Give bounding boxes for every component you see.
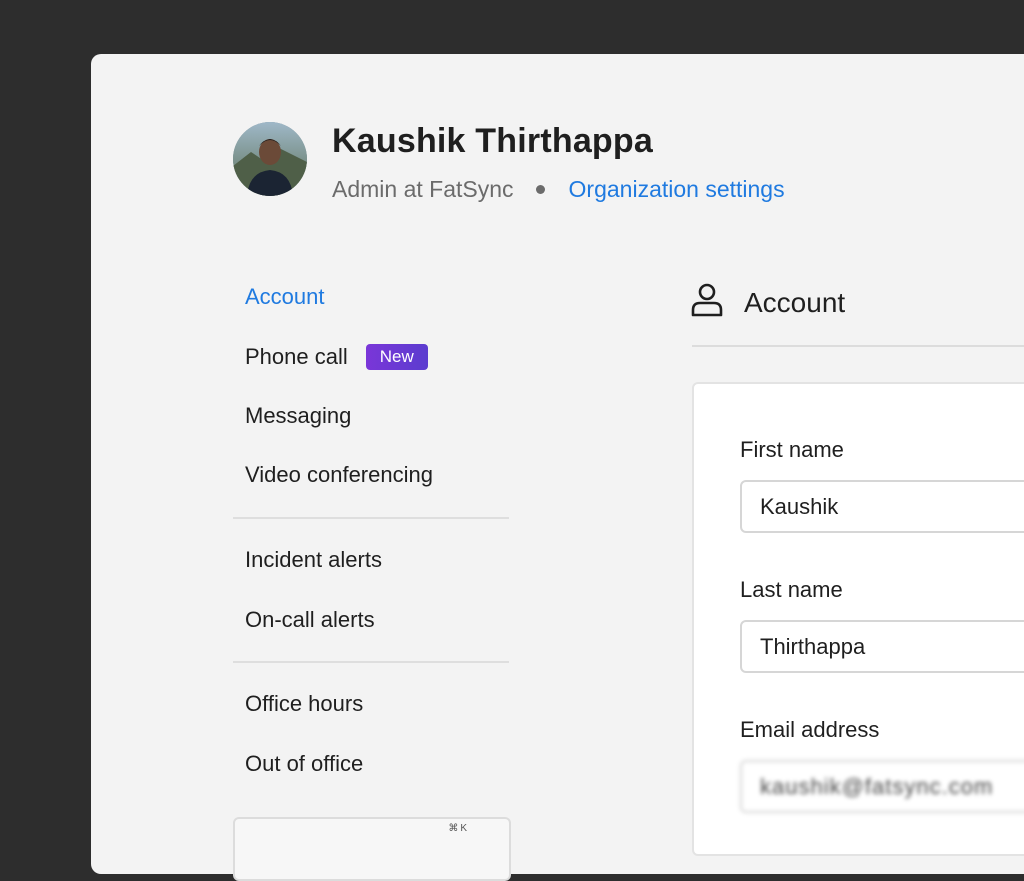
sidebar-item-video-conferencing[interactable]: Video conferencing: [245, 462, 433, 488]
sidebar-item-incident-alerts[interactable]: Incident alerts: [245, 547, 382, 573]
sidebar-item-out-of-office[interactable]: Out of office: [245, 751, 363, 777]
first-name-label: First name: [740, 437, 844, 462]
sidebar-item-label: Messaging: [245, 403, 352, 428]
section-divider: [692, 345, 1024, 347]
sidebar-item-office-hours[interactable]: Office hours: [245, 691, 363, 717]
new-badge: New: [365, 344, 428, 370]
sidebar-search-box[interactable]: ⌘K: [233, 817, 511, 881]
sidebar-item-label: Phone call: [245, 344, 348, 369]
sidebar-item-label: Office hours: [245, 691, 364, 716]
sidebar-item-label: Video conferencing: [245, 462, 433, 487]
sidebar-item-phone-call[interactable]: Phone call New: [245, 344, 428, 370]
sidebar-item-account[interactable]: Account: [245, 284, 325, 310]
organization-settings-link[interactable]: Organization settings: [569, 176, 785, 203]
sidebar-item-on-call-alerts[interactable]: On-call alerts: [245, 607, 375, 633]
avatar: [233, 122, 307, 196]
section-title: Account: [744, 286, 846, 318]
avatar-photo: [233, 122, 307, 196]
sidebar-item-label: Incident alerts: [245, 547, 382, 572]
profile-subline: Admin at FatSync Organization settings: [332, 176, 785, 203]
profile-name: Kaushik Thirthappa: [332, 122, 653, 160]
sidebar-item-label: Account: [245, 284, 325, 309]
profile-role: Admin at FatSync: [332, 176, 514, 202]
first-name-field[interactable]: [740, 480, 1024, 533]
section-header: Account: [690, 282, 845, 323]
last-name-field[interactable]: [740, 620, 1024, 673]
sidebar-item-messaging[interactable]: Messaging: [245, 403, 351, 429]
shortcut-hint: ⌘K: [448, 823, 469, 834]
last-name-label: Last name: [740, 577, 843, 602]
sidebar-divider: [233, 517, 509, 519]
sidebar-item-label: On-call alerts: [245, 607, 375, 632]
separator-dot: [535, 185, 545, 194]
sidebar-item-label: Out of office: [245, 751, 364, 776]
email-field[interactable]: [740, 760, 1024, 813]
sidebar-divider: [233, 661, 509, 663]
email-address-label: Email address: [740, 717, 880, 742]
user-icon: [690, 282, 724, 323]
